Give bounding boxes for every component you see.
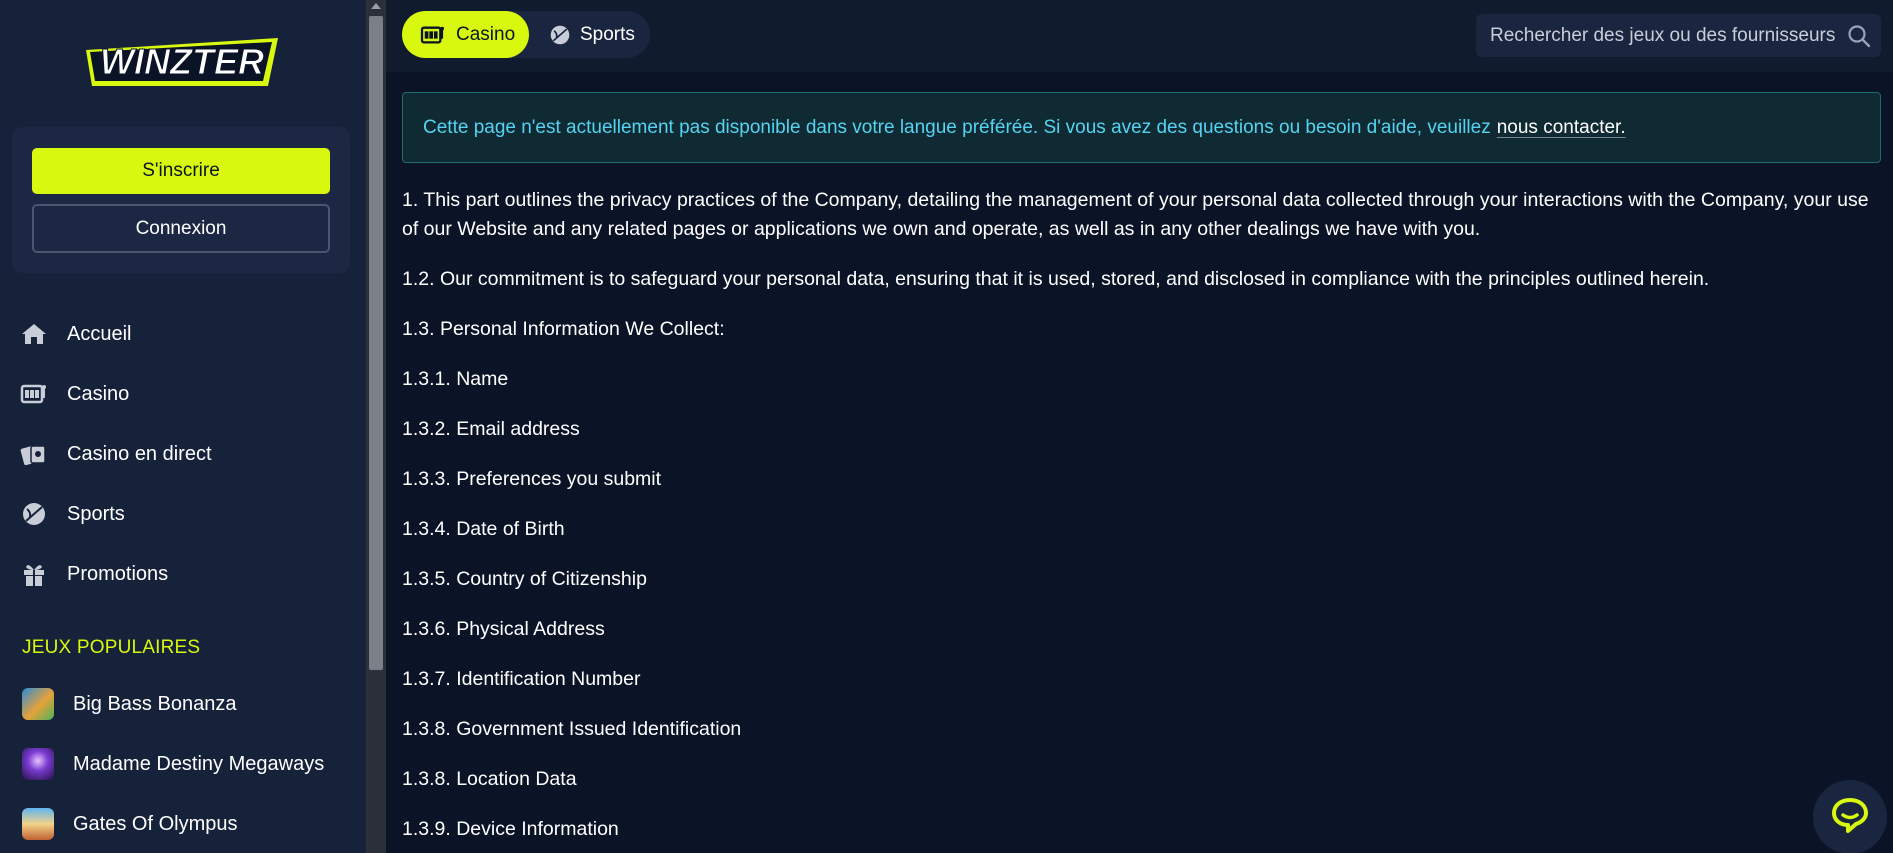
privacy-paragraph: 1.3.1. Name (402, 368, 509, 390)
game-thumbnail (22, 748, 54, 780)
auth-panel: S'inscrire Connexion (12, 127, 350, 273)
game-item-madame-destiny-megaways[interactable]: Madame Destiny Megaways (0, 741, 366, 787)
signup-button[interactable]: S'inscrire (32, 148, 330, 194)
slot-machine-icon (20, 380, 48, 408)
privacy-paragraph: 1.3.2. Email address (402, 418, 580, 440)
nav-item-casino-en-direct[interactable]: Casino en direct (0, 429, 366, 479)
search-icon[interactable] (1847, 24, 1871, 48)
search-box (1476, 14, 1881, 57)
popular-games-heading: JEUX POPULAIRES (22, 637, 201, 658)
scroll-up-arrow[interactable] (371, 3, 381, 9)
tab-label: Sports (580, 23, 635, 45)
privacy-paragraph: 1.3.9. Device Information (402, 818, 619, 840)
tab-label: Casino (456, 23, 516, 45)
language-notice: Cette page n'est actuellement pas dispon… (402, 92, 1881, 163)
ball-icon (547, 22, 573, 48)
game-item-gates-of-olympus[interactable]: Gates Of Olympus (0, 801, 366, 847)
sidebar-scrollbar[interactable] (366, 0, 386, 853)
cards-icon (20, 440, 48, 468)
contact-link[interactable]: nous contacter. (1497, 117, 1626, 139)
nav-label: Casino en direct (67, 442, 212, 465)
home-icon (20, 320, 48, 348)
topbar: Casino Sports (386, 0, 1893, 72)
game-item-big-bass-bonanza[interactable]: Big Bass Bonanza (0, 681, 366, 727)
game-label: Gates Of Olympus (73, 812, 238, 835)
scrollbar-thumb[interactable] (369, 16, 383, 670)
login-button[interactable]: Connexion (32, 204, 330, 253)
privacy-paragraph: 1.3.5. Country of Citizenship (402, 568, 647, 590)
privacy-paragraph: 1.3.8. Government Issued Identification (402, 718, 742, 740)
ball-icon (20, 500, 48, 528)
privacy-paragraph: 1.3.8. Location Data (402, 768, 577, 790)
slot-machine-icon (420, 22, 446, 48)
game-thumbnail (22, 808, 54, 840)
chat-support-button[interactable] (1813, 780, 1887, 853)
privacy-paragraph: 1.3.7. Identification Number (402, 668, 641, 690)
nav-label: Accueil (67, 322, 132, 345)
winzter-logo[interactable]: WINZTER (82, 28, 282, 94)
privacy-paragraph: 1.3.6. Physical Address (402, 618, 605, 640)
privacy-paragraph: 1.3.3. Preferences you submit (402, 468, 662, 490)
game-thumbnail (22, 688, 54, 720)
chat-bubble-icon (1830, 795, 1870, 840)
tab-sports[interactable]: Sports (529, 11, 650, 58)
notice-text: Cette page n'est actuellement pas dispon… (423, 116, 1491, 138)
nav-item-casino[interactable]: Casino (0, 369, 366, 419)
gift-icon (20, 560, 48, 588)
tab-casino[interactable]: Casino (402, 11, 529, 58)
game-label: Big Bass Bonanza (73, 692, 237, 715)
privacy-paragraph: 1.2. Our commitment is to safeguard your… (402, 268, 1710, 290)
nav-item-accueil[interactable]: Accueil (0, 309, 366, 359)
privacy-paragraph: 1.3. Personal Information We Collect: (402, 318, 725, 340)
nav-item-sports[interactable]: Sports (0, 489, 366, 539)
nav-label: Sports (67, 502, 125, 525)
nav-label: Promotions (67, 562, 169, 585)
game-label: Madame Destiny Megaways (73, 752, 325, 775)
search-input[interactable] (1476, 14, 1881, 57)
nav-label: Casino (67, 382, 130, 405)
product-tabs: Casino Sports (402, 11, 650, 58)
sidebar: WINZTER S'inscrire Connexion Accueil Cas… (0, 0, 366, 853)
nav-item-promotions[interactable]: Promotions (0, 549, 366, 599)
privacy-paragraph: 1. This part outlines the privacy practi… (402, 189, 1869, 240)
privacy-paragraph: 1.3.4. Date of Birth (402, 518, 565, 540)
svg-text:WINZTER: WINZTER (100, 41, 264, 82)
